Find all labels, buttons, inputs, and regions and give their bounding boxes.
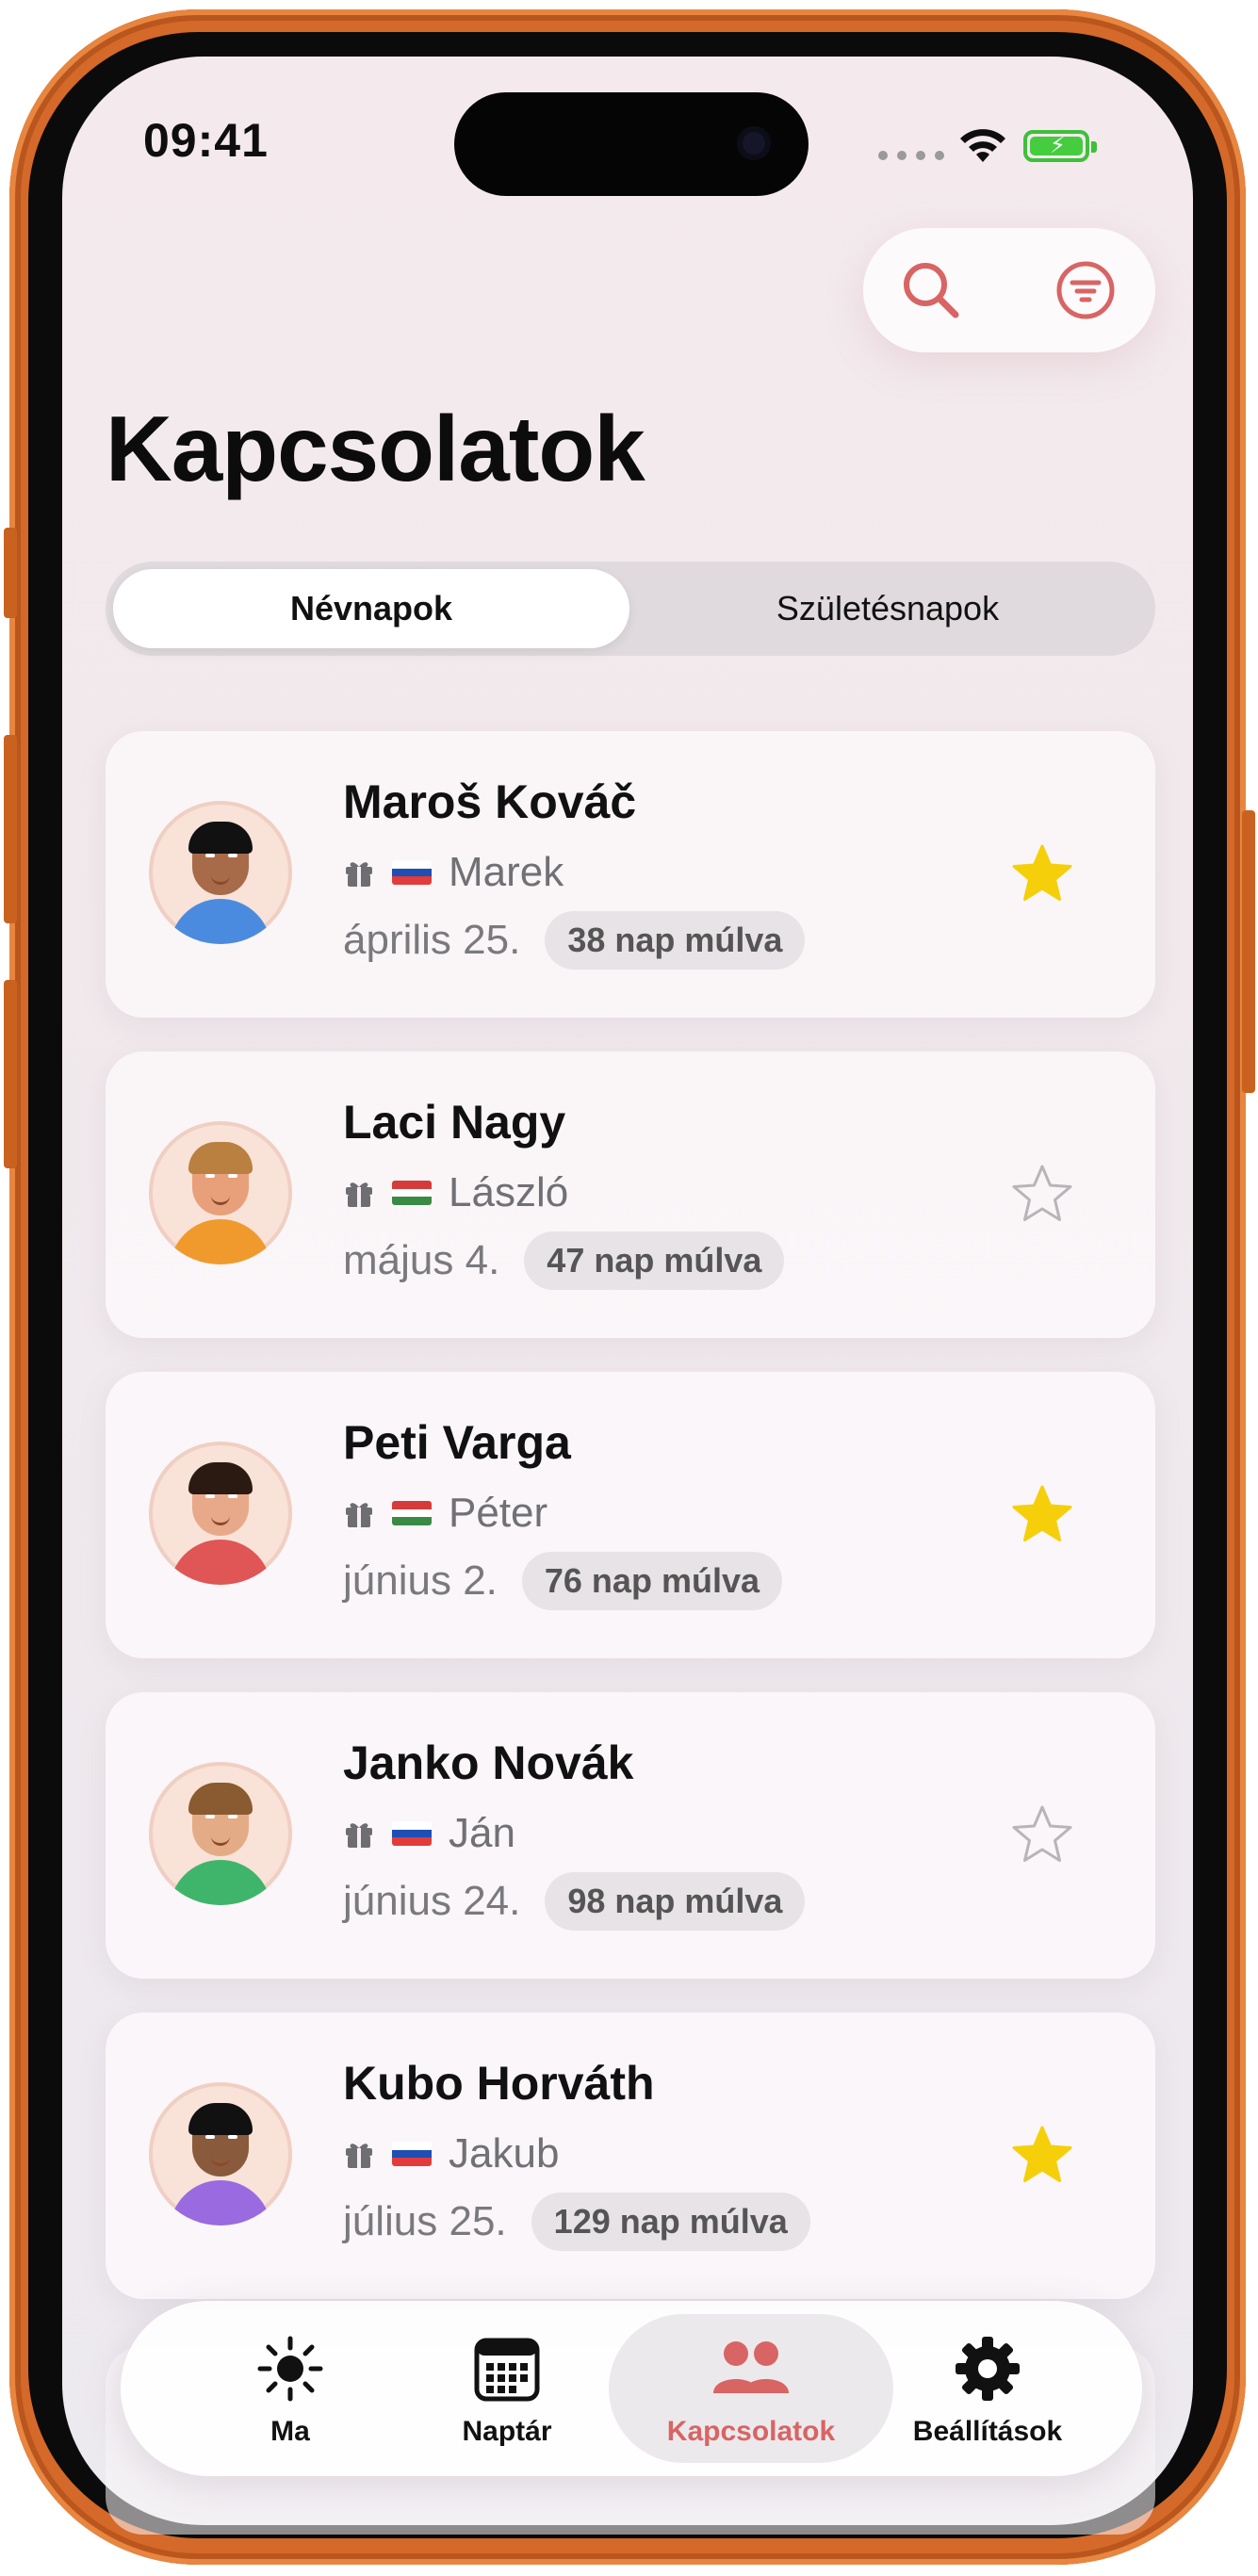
battery-icon: ⚡ [1023, 130, 1097, 162]
tab-contacts[interactable]: Kapcsolatok [647, 2301, 855, 2476]
date-row: május 4. 47 nap múlva [343, 1231, 785, 1290]
tab-today[interactable]: Ma [187, 2301, 394, 2476]
nameday-date: május 4. [343, 1237, 500, 1283]
nameday-row: Ján [343, 1807, 515, 1860]
action-button [4, 528, 17, 618]
tab-label: Kapcsolatok [666, 2416, 836, 2447]
star-filled-icon[interactable] [1008, 1481, 1076, 1549]
contact-card[interactable]: Kubo Horváth Jakub július 25. 129 nap mú… [106, 2013, 1155, 2299]
wifi-icon [960, 129, 1005, 162]
tab-label: Ma [270, 2416, 310, 2447]
contact-name: Janko Novák [343, 1736, 634, 1789]
slovakia-flag-icon [392, 2142, 432, 2166]
gift-icon [346, 1182, 372, 1207]
contact-name: Kubo Horváth [343, 2057, 655, 2110]
nameday-name: Marek [449, 849, 564, 895]
star-filled-icon[interactable] [1008, 2122, 1076, 2190]
nameday-name: Péter [449, 1490, 548, 1536]
camera-icon [737, 126, 771, 160]
tab-calendar[interactable]: Naptár [403, 2301, 611, 2476]
volume-down-button [4, 980, 17, 1168]
star-outline-icon[interactable] [1008, 1802, 1076, 1869]
hungary-flag-icon [392, 1501, 432, 1525]
segmented-control: Névnapok Születésnapok [106, 562, 1155, 656]
nameday-row: Jakub [343, 2128, 559, 2180]
side-button [1242, 810, 1255, 1093]
contact-card[interactable]: Janko Novák Ján június 24. 98 nap múlva [106, 1692, 1155, 1979]
avatar [149, 1442, 292, 1585]
star-filled-icon[interactable] [1008, 840, 1076, 908]
segment-birthdays[interactable]: Születésnapok [629, 569, 1146, 648]
nameday-row: Péter [343, 1487, 547, 1540]
hungary-flag-icon [392, 1181, 432, 1205]
nameday-date: április 25. [343, 917, 521, 963]
days-until-badge: 129 nap múlva [531, 2193, 810, 2251]
segment-namedays[interactable]: Névnapok [113, 569, 629, 648]
gift-icon [346, 1503, 372, 1527]
avatar [149, 2082, 292, 2225]
nameday-name: Jakub [449, 2130, 560, 2177]
nameday-date: június 24. [343, 1878, 521, 1924]
nameday-date: június 2. [343, 1557, 498, 1604]
contact-card[interactable]: Maroš Kováč Marek április 25. 38 nap múl… [106, 731, 1155, 1018]
days-until-badge: 47 nap múlva [524, 1231, 785, 1290]
gear-icon [956, 2337, 1020, 2401]
slovakia-flag-icon [392, 860, 432, 885]
days-until-badge: 38 nap múlva [545, 911, 806, 970]
status-time: 09:41 [143, 114, 269, 167]
header-actions [863, 228, 1155, 352]
sun-icon [257, 2336, 323, 2402]
people-icon [713, 2341, 789, 2393]
nameday-row: Marek [343, 846, 564, 899]
cellular-signal-icon [878, 151, 944, 160]
days-until-badge: 76 nap múlva [521, 1552, 782, 1610]
filter-icon[interactable] [1052, 256, 1119, 324]
tab-label: Beállítások [912, 2416, 1063, 2447]
contact-card[interactable]: Laci Nagy László május 4. 47 nap múlva [106, 1052, 1155, 1338]
slovakia-flag-icon [392, 1821, 432, 1846]
date-row: június 2. 76 nap múlva [343, 1552, 782, 1610]
nameday-name: Ján [449, 1810, 515, 1856]
dynamic-island [454, 92, 809, 196]
date-row: július 25. 129 nap múlva [343, 2193, 810, 2251]
date-row: június 24. 98 nap múlva [343, 1872, 806, 1931]
calendar-icon [474, 2338, 540, 2402]
gift-icon [346, 862, 372, 887]
nameday-row: László [343, 1166, 568, 1219]
gift-icon [346, 2144, 372, 2168]
tab-label: Naptár [462, 2416, 552, 2447]
nameday-date: július 25. [343, 2198, 507, 2244]
contact-name: Laci Nagy [343, 1096, 566, 1149]
star-outline-icon[interactable] [1008, 1161, 1076, 1229]
tab-bar: Ma Naptár Kapcsolatok Beállítások [121, 2301, 1142, 2476]
contact-card[interactable]: Peti Varga Péter június 2. 76 nap múlva [106, 1372, 1155, 1658]
tab-settings[interactable]: Beállítások [884, 2301, 1091, 2476]
contact-name: Peti Varga [343, 1416, 571, 1469]
avatar [149, 1121, 292, 1264]
days-until-badge: 98 nap múlva [545, 1872, 806, 1931]
avatar [149, 1762, 292, 1905]
date-row: április 25. 38 nap múlva [343, 911, 806, 970]
contact-name: Maroš Kováč [343, 775, 637, 828]
page-title: Kapcsolatok [106, 397, 645, 500]
gift-icon [346, 1823, 372, 1848]
search-icon[interactable] [897, 256, 965, 324]
volume-up-button [4, 735, 17, 923]
nameday-name: László [449, 1169, 569, 1215]
avatar [149, 801, 292, 944]
